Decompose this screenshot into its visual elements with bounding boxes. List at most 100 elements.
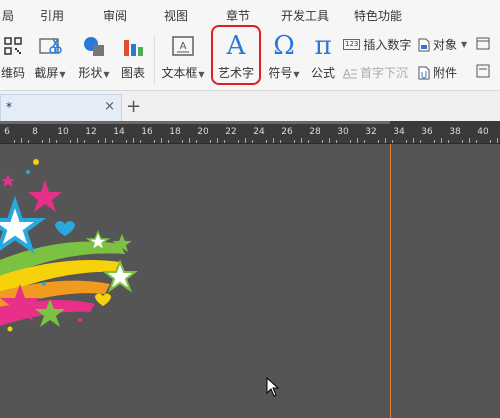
ruler-tick	[462, 140, 463, 143]
ruler-tick-label: 16	[141, 127, 153, 137]
ruler-tick	[42, 140, 43, 143]
ruler-tick	[266, 140, 267, 143]
separator	[154, 36, 155, 84]
ruler-tick-label: 22	[225, 127, 237, 137]
menu-review[interactable]: 审阅	[103, 7, 127, 24]
dropcap-button[interactable]: A 首字下沉	[343, 64, 408, 81]
menu-references[interactable]: 引用	[40, 7, 64, 24]
ruler-tick	[49, 138, 50, 143]
qrcode-button[interactable]: 维码	[0, 32, 26, 81]
menu-features[interactable]: 特色功能	[354, 7, 402, 24]
ruler-tick	[420, 140, 421, 143]
ruler-tick	[441, 138, 442, 143]
ruler-tick	[413, 138, 414, 143]
formula-glyph: π	[314, 31, 332, 61]
object-label: 对象	[433, 38, 458, 52]
document-tab-bar: * × +	[0, 91, 500, 122]
wordart-highlight-box	[211, 25, 261, 85]
menu-view[interactable]: 视图	[164, 7, 188, 24]
ruler-tick	[126, 140, 127, 143]
ruler-tick	[364, 140, 365, 143]
ruler-tick	[336, 140, 337, 143]
ruler-tick-label: 40	[477, 127, 489, 137]
horizontal-ruler: 6 8 10 12 14 16 18 20 22 24 26 28 30 32 34 36 38 40	[0, 121, 500, 144]
dropdown-arrow-icon: ▼	[59, 70, 66, 79]
ruler-tick-label: 8	[32, 127, 38, 137]
ruler-tick	[378, 140, 379, 143]
shapes-label: 形状	[78, 66, 103, 80]
ruler-tick	[434, 140, 435, 143]
ruler-tick	[196, 140, 197, 143]
ruler-tick	[77, 138, 78, 143]
attachment-button[interactable]: 附件	[418, 64, 457, 81]
ruler-tick	[112, 140, 113, 143]
symbol-glyph: Ω	[273, 31, 295, 61]
formula-button[interactable]: π 公式	[307, 32, 339, 81]
ruler-tick	[84, 140, 85, 143]
ruler-tick	[140, 140, 141, 143]
document-tab[interactable]: * ×	[0, 94, 122, 121]
ruler-tick	[301, 138, 302, 143]
ruler-highlight	[0, 121, 390, 124]
ruler-tick-label: 14	[113, 127, 125, 137]
insert-number-button[interactable]: 123 插入数字	[343, 36, 411, 53]
dropdown-arrow-icon: ▼	[198, 70, 205, 79]
ruler-tick-label: 30	[337, 127, 349, 137]
pi-icon: π	[307, 32, 339, 60]
document-canvas[interactable]	[0, 144, 500, 418]
ruler-tick	[357, 138, 358, 143]
dropcap-icon: A	[343, 67, 357, 79]
number-icon: 123	[343, 39, 361, 50]
ruler-tick	[182, 140, 183, 143]
ruler-tick	[322, 140, 323, 143]
shapes-button[interactable]: 形状▼	[75, 32, 113, 81]
omega-icon: Ω	[264, 32, 304, 60]
dropcap-label: 首字下沉	[360, 66, 409, 80]
symbol-label: 符号	[268, 66, 293, 80]
chart-button[interactable]: 图表	[118, 32, 148, 81]
screenshot-label: 截屏	[34, 66, 59, 80]
ruler-tick	[497, 138, 498, 143]
document-icon[interactable]	[476, 64, 490, 78]
new-tab-button[interactable]: +	[126, 96, 141, 117]
ruler-tick	[329, 138, 330, 143]
ruler-tick-label: 20	[197, 127, 209, 137]
menu-developer[interactable]: 开发工具	[281, 7, 329, 24]
calendar-icon[interactable]	[476, 36, 490, 50]
symbol-button[interactable]: Ω 符号▼	[264, 32, 304, 81]
ruler-tick	[245, 138, 246, 143]
ruler-tick-label: 10	[57, 127, 69, 137]
ruler-tick-label: 32	[365, 127, 377, 137]
ruler-tick	[252, 140, 253, 143]
ruler-tick-label: 26	[281, 127, 293, 137]
ruler-tick	[168, 140, 169, 143]
dropdown-arrow-icon: ▼	[461, 40, 468, 49]
ruler-tick	[448, 140, 449, 143]
ruler-tick	[476, 140, 477, 143]
ruler-tick	[70, 140, 71, 143]
ruler-tick	[350, 140, 351, 143]
dropdown-arrow-icon: ▼	[103, 70, 110, 79]
ruler-tick-label: 6	[4, 127, 10, 137]
textbox-button[interactable]: A 文本框▼	[158, 32, 208, 81]
screenshot-button[interactable]: 截屏▼	[30, 32, 70, 81]
ruler-tick	[294, 140, 295, 143]
stars-clipart	[0, 159, 138, 332]
ruler-tick	[14, 140, 15, 143]
object-icon	[418, 38, 430, 51]
shapes-icon	[75, 32, 113, 60]
object-button[interactable]: 对象 ▼	[418, 36, 467, 53]
menu-chapter[interactable]: 章节	[226, 7, 250, 24]
textbox-icon: A	[158, 32, 208, 60]
ruler-tick	[21, 138, 22, 143]
menu-partial[interactable]: 局	[2, 7, 14, 24]
close-icon[interactable]: ×	[104, 99, 115, 114]
qrcode-label: 维码	[0, 66, 25, 80]
ruler-tick	[238, 140, 239, 143]
ruler-tick	[490, 140, 491, 143]
ruler-tick	[189, 138, 190, 143]
document-tab-name: *	[6, 100, 12, 114]
insert-number-label: 插入数字	[363, 38, 412, 52]
qrcode-icon	[0, 32, 26, 60]
ruler-tick-label: 38	[449, 127, 461, 137]
